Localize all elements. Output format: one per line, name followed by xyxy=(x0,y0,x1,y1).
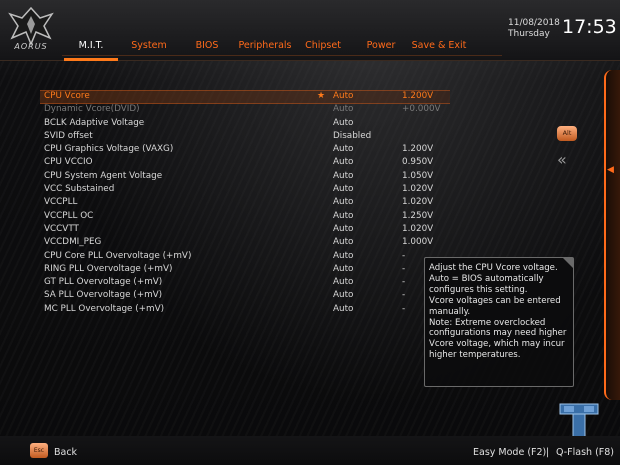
setting-row[interactable]: MC PLL Overvoltage (+mV) Auto - xyxy=(40,303,460,316)
tab-save-exit[interactable]: Save & Exit xyxy=(410,38,468,56)
esc-key-button[interactable]: Esc xyxy=(30,443,48,458)
setting-value[interactable]: Auto xyxy=(333,183,353,196)
setting-voltage-readout: 0.950V xyxy=(402,157,434,168)
setting-value[interactable]: Disabled xyxy=(333,130,371,143)
setting-value[interactable]: Auto xyxy=(333,236,353,249)
tab-peripherals[interactable]: Peripherals xyxy=(236,38,294,56)
setting-row[interactable]: CPU Core PLL Overvoltage (+mV) Auto - xyxy=(40,250,460,263)
setting-voltage-readout: 1.000V xyxy=(402,237,434,248)
setting-label: SA PLL Overvoltage (+mV) xyxy=(44,290,163,301)
setting-row[interactable]: CPU System Agent Voltage Auto 1.050V xyxy=(40,170,460,183)
side-panel-handle[interactable] xyxy=(604,70,620,400)
setting-label: VCCPLL xyxy=(44,197,78,208)
setting-voltage-readout: - xyxy=(402,303,406,314)
setting-voltage-readout: +0.000V xyxy=(402,104,441,115)
double-chevron-left-icon[interactable]: « xyxy=(557,150,567,169)
setting-value[interactable]: Auto xyxy=(333,156,353,169)
star-icon[interactable]: ★ xyxy=(317,90,325,103)
setting-row[interactable]: VCCPLL Auto 1.020V xyxy=(40,196,460,209)
setting-row[interactable]: GT PLL Overvoltage (+mV) Auto - xyxy=(40,276,460,289)
setting-value[interactable]: Auto xyxy=(333,276,353,289)
setting-value[interactable]: Auto xyxy=(333,223,353,236)
setting-label: VCCPLL OC xyxy=(44,210,94,221)
setting-label: Dynamic Vcore(DVID) xyxy=(44,104,140,115)
voltage-settings-list: ★ CPU Vcore Auto 1.200V Dynamic Vcore(DVID) A… xyxy=(40,90,460,316)
tab-bios[interactable]: BIOS xyxy=(178,38,236,56)
setting-row[interactable]: SVID offset Disabled xyxy=(40,130,460,143)
setting-row[interactable]: ★ CPU Vcore Auto 1.200V xyxy=(40,90,460,104)
setting-row[interactable]: VCCDMI_PEG Auto 1.000V xyxy=(40,236,460,249)
setting-label: RING PLL Overvoltage (+mV) xyxy=(44,263,173,274)
setting-value[interactable]: Auto xyxy=(333,117,353,130)
setting-row[interactable]: VCCVTT Auto 1.020V xyxy=(40,223,460,236)
setting-value[interactable]: Auto xyxy=(333,170,353,183)
setting-label: MC PLL Overvoltage (+mV) xyxy=(44,303,165,314)
alt-key-button[interactable]: Alt xyxy=(557,126,577,141)
setting-row[interactable]: RING PLL Overvoltage (+mV) Auto - xyxy=(40,263,460,276)
back-button[interactable]: Back xyxy=(54,447,77,458)
setting-row[interactable]: SA PLL Overvoltage (+mV) Auto - xyxy=(40,289,460,302)
tweaktown-logo-icon xyxy=(559,403,599,439)
day-text: Thursday xyxy=(508,29,550,39)
setting-row[interactable]: VCC Substained Auto 1.020V xyxy=(40,183,460,196)
tab-m-i-t[interactable]: M.I.T. xyxy=(62,38,120,61)
setting-voltage-readout: 1.020V xyxy=(402,184,434,195)
setting-label: VCC Substained xyxy=(44,184,115,195)
setting-label: CPU System Agent Voltage xyxy=(44,170,163,181)
setting-value[interactable]: Auto xyxy=(333,143,353,156)
setting-value[interactable]: Auto xyxy=(333,196,353,209)
setting-voltage-readout: - xyxy=(402,290,406,301)
qflash-button[interactable]: Q-Flash (F8) xyxy=(556,447,614,458)
setting-voltage-readout: 1.050V xyxy=(402,170,434,181)
tab-system[interactable]: System xyxy=(120,38,178,56)
setting-voltage-readout: - xyxy=(402,250,406,261)
setting-voltage-readout: 1.200V xyxy=(402,91,434,101)
setting-voltage-readout: 1.020V xyxy=(402,197,434,208)
setting-value[interactable]: Auto xyxy=(333,303,353,316)
setting-voltage-readout: - xyxy=(402,263,406,274)
brand-logo-text: AORUS xyxy=(14,42,48,51)
help-panel: Adjust the CPU Vcore voltage. Auto = BIO… xyxy=(424,257,574,387)
time-display: 17:53 xyxy=(562,16,617,38)
tab-chipset[interactable]: Chipset xyxy=(294,38,352,56)
setting-voltage-readout: 1.250V xyxy=(402,210,434,221)
setting-value[interactable]: Auto xyxy=(333,250,353,263)
setting-value[interactable]: Auto xyxy=(333,103,353,116)
setting-row[interactable]: Dynamic Vcore(DVID) Auto +0.000V xyxy=(40,103,460,116)
easy-mode-button[interactable]: Easy Mode (F2) xyxy=(473,447,546,458)
setting-row[interactable]: VCCPLL OC Auto 1.250V xyxy=(40,210,460,223)
setting-label: VCCVTT xyxy=(44,223,79,234)
setting-label: CPU Core PLL Overvoltage (+mV) xyxy=(44,250,192,261)
setting-value[interactable]: Auto xyxy=(333,263,353,276)
setting-voltage-readout: 1.020V xyxy=(402,223,434,234)
setting-label: BCLK Adaptive Voltage xyxy=(44,117,145,128)
setting-voltage-readout: - xyxy=(402,277,406,288)
setting-label: CPU Vcore xyxy=(44,91,90,101)
setting-label: CPU Graphics Voltage (VAXG) xyxy=(44,144,174,155)
setting-value[interactable]: Auto xyxy=(333,90,353,103)
main-tabs: M.I.T. System BIOS Peripherals Chipset Power S… xyxy=(62,38,468,61)
date-text: 11/08/2018 xyxy=(508,18,560,28)
side-panel-arrow-icon[interactable]: ◀ xyxy=(607,165,614,175)
help-text: Adjust the CPU Vcore voltage. Auto = BIO… xyxy=(429,263,567,361)
setting-row[interactable]: CPU VCCIO Auto 0.950V xyxy=(40,156,460,169)
tab-power[interactable]: Power xyxy=(352,38,410,56)
setting-label: GT PLL Overvoltage (+mV) xyxy=(44,277,163,288)
date-display: 11/08/2018 Thursday xyxy=(508,18,560,40)
selection-highlight xyxy=(40,90,450,104)
setting-value[interactable]: Auto xyxy=(333,210,353,223)
setting-voltage-readout: 1.200V xyxy=(402,144,434,155)
setting-value[interactable]: Auto xyxy=(333,289,353,302)
tab-divider xyxy=(62,55,502,56)
setting-label: SVID offset xyxy=(44,130,93,141)
setting-row[interactable]: CPU Graphics Voltage (VAXG) Auto 1.200V xyxy=(40,143,460,156)
footer-separator: | xyxy=(546,447,550,458)
setting-label: VCCDMI_PEG xyxy=(44,237,102,248)
setting-row[interactable]: BCLK Adaptive Voltage Auto xyxy=(40,117,460,130)
setting-label: CPU VCCIO xyxy=(44,157,93,168)
